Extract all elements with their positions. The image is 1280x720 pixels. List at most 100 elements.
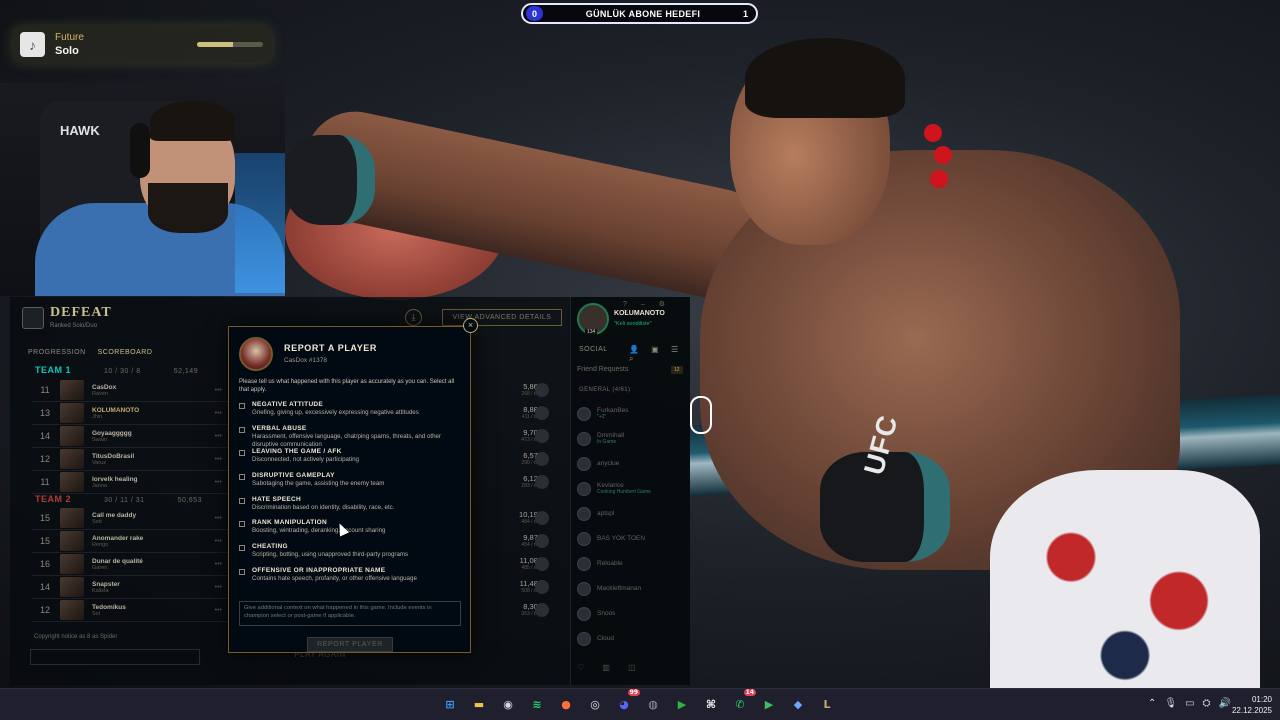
friend-item[interactable]: BAS YOK TOEN [577,526,689,551]
file-explorer-icon[interactable]: ▬ [469,694,489,714]
friend-item[interactable]: Kevlarice Cooking Humbert Game [577,476,689,501]
report-option-label: VERBAL ABUSE [252,424,307,432]
taskbar-clock[interactable]: 01:20 22.12.2025 [1228,694,1272,716]
windows-start-icon[interactable]: ⊞ [440,694,460,714]
table-row[interactable]: 14 Snapster Kalista ••• [32,576,232,599]
steam-icon[interactable]: ◉ [498,694,518,714]
close-icon[interactable]: × [463,318,478,333]
honor-icon[interactable] [535,383,549,397]
download-icon[interactable]: ⤓ [405,309,422,326]
profile-status[interactable]: "Keli sondiliste" [614,321,652,327]
view-advanced-details-button[interactable]: VIEW ADVANCED DETAILS [442,309,562,326]
table-row[interactable]: 11 lorvelk healing Janna ••• [32,471,232,494]
media-player-icon[interactable]: ▶ [672,694,692,714]
report-option[interactable]: LEAVING THE GAME / AFK Disconnected, not … [239,448,464,472]
more-options-icon[interactable]: ••• [215,433,222,440]
capcut-icon[interactable]: ⌘ [701,694,721,714]
terminal-icon[interactable]: ▶ [759,694,779,714]
friend-avatar [577,631,591,646]
more-options-icon[interactable]: ••• [215,607,222,614]
honor-icon[interactable] [535,603,549,617]
friend-item[interactable]: Dmmihall In Game [577,426,689,451]
more-options-icon[interactable]: ••• [215,538,222,545]
tray-chevron-icon[interactable]: ⌃ [1148,698,1156,709]
team1-rows: 11 CasDox Raven ••• 13 KOLUMANOTO Jhin ••• 14 Goy… [32,379,232,494]
microphone-icon[interactable]: 🎙 [1164,698,1177,709]
tab-scoreboard[interactable]: SCOREBOARD [98,349,153,356]
discord-icon[interactable]: ◕ 99 [614,689,640,714]
champion-level: 12 [39,454,50,464]
report-option[interactable]: CHEATING Scripting, botting, using unappr… [239,543,464,567]
honor-icon[interactable] [535,429,549,443]
report-option[interactable]: OFFENSIVE OR INAPPROPRIATE NAME Contains … [239,567,464,591]
honor-icon[interactable] [535,406,549,420]
more-options-icon[interactable]: ••• [215,479,222,486]
league-client-icon[interactable]: L [817,694,837,714]
table-row[interactable]: 15 Anomander rake Rengo ••• [32,530,232,553]
tab-progression[interactable]: PROGRESSION [28,349,86,356]
firefox-icon[interactable]: ● [556,694,576,714]
match-icon [22,307,44,329]
table-row[interactable]: 14 Goyaaggggg Swain ••• [32,425,232,448]
report-option-checkbox[interactable] [239,521,245,528]
report-option[interactable]: HATE SPEECH Discrimination based on ident… [239,496,464,520]
friend-item[interactable]: Snoos [577,601,689,626]
more-options-icon[interactable]: ••• [215,387,222,394]
spotify-icon[interactable]: ≋ [527,694,547,714]
report-option-label: HATE SPEECH [252,495,302,503]
report-option-checkbox[interactable] [239,497,245,504]
honor-icon[interactable] [535,580,549,594]
more-options-icon[interactable]: ••• [215,410,222,417]
honor-icon[interactable] [535,534,549,548]
report-option-checkbox[interactable] [239,474,245,481]
report-option-label: DISRUPTIVE GAMEPLAY [252,472,335,480]
riot-client-icon[interactable]: ◆ [788,694,808,714]
more-options-icon[interactable]: ••• [215,456,222,463]
player-name: Call me daddy [92,511,137,519]
table-row[interactable]: 13 KOLUMANOTO Jhin ••• [32,402,232,425]
whatsapp-icon[interactable]: ✆ 14 [730,689,756,714]
report-player-button[interactable]: REPORT PLAYER [307,637,393,652]
report-option[interactable]: DISRUPTIVE GAMEPLAY Sabotaging the game, … [239,472,464,496]
table-row[interactable]: 12 Tedomikus Sol ••• [32,599,232,622]
friend-item[interactable]: Reloable [577,551,689,576]
report-option-checkbox[interactable] [239,426,245,433]
table-row[interactable]: 11 CasDox Raven ••• [32,379,232,402]
report-option[interactable]: NEGATIVE ATTITUDE Griefing, giving up, ex… [239,401,464,425]
social-bottom-icons[interactable]: ♡ ▥ ◫ [577,663,644,672]
more-options-icon[interactable]: ••• [215,584,222,591]
chrome-icon[interactable]: ◍ [643,694,663,714]
obs-icon[interactable]: ◎ [585,694,605,714]
honor-icon[interactable] [535,475,549,489]
report-option-checkbox[interactable] [239,568,245,575]
report-option[interactable]: RANK MANIPULATION Boosting, wintrading, d… [239,519,464,543]
table-row[interactable]: 16 Dunar de qualité Garen ••• [32,553,232,576]
player-info: lorvelk healing Janna [92,476,138,489]
friend-requests[interactable]: Friend Requests [577,366,628,373]
table-row[interactable]: 12 TitusDoBrasil Varus ••• [32,448,232,471]
social-action-icons[interactable]: 👤 ▣ ☰ ⌕ [629,345,690,364]
friend-group-header[interactable]: GENERAL (4/61) [579,387,630,393]
friend-item[interactable]: Mackleftmanan [577,576,689,601]
report-option-checkbox[interactable] [239,545,245,552]
honor-icon[interactable] [535,452,549,466]
honor-icon[interactable] [535,511,549,525]
honor-icon[interactable] [535,557,549,571]
report-option[interactable]: VERBAL ABUSE Harassment, offensive langua… [239,425,464,449]
friend-item[interactable]: aptspl [577,501,689,526]
network-icon[interactable]: ⛭ [1203,698,1211,709]
report-option-checkbox[interactable] [239,450,245,457]
more-options-icon[interactable]: ••• [215,515,222,522]
display-icon[interactable]: ▭ [1185,698,1194,709]
table-row[interactable]: 15 Call me daddy Sett ••• [32,507,232,530]
friend-item[interactable]: Cloud [577,626,689,651]
report-option-description: Harassment, offensive language, chat/pin… [252,432,442,448]
chat-input[interactable] [30,649,200,665]
player-info: Goyaaggggg Swain [92,430,132,443]
friend-item[interactable]: FurkanBes "+2" [577,401,689,426]
additional-context-field[interactable] [239,601,461,626]
report-option-checkbox[interactable] [239,403,245,409]
friend-item[interactable]: anyclue [577,451,689,476]
friend-status: "+2" [597,414,607,420]
more-options-icon[interactable]: ••• [215,561,222,568]
